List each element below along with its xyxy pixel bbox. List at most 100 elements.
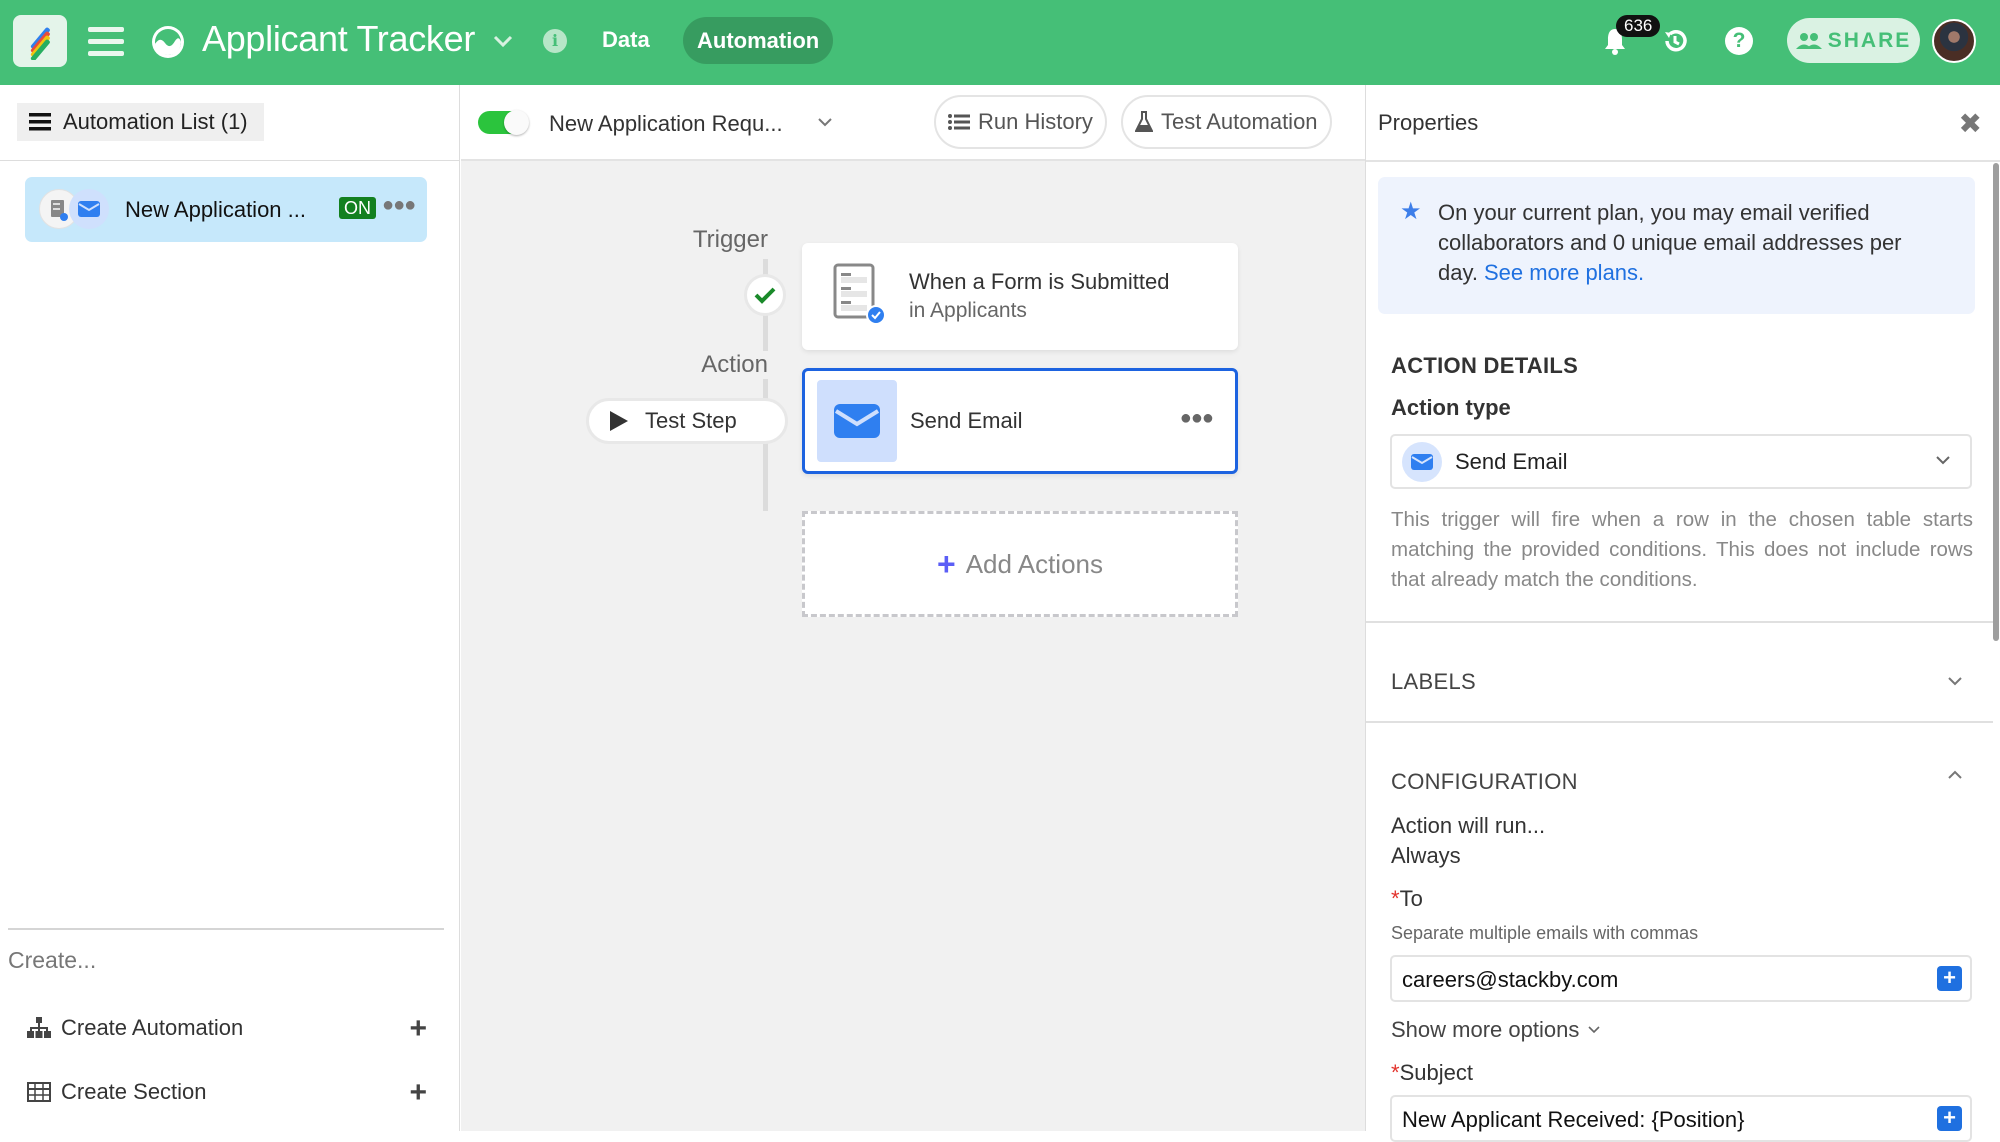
action-type-label: Action type — [1391, 395, 1511, 420]
run-history-label: Run History — [978, 109, 1093, 134]
subject-value: New Applicant Received: {Position} — [1402, 1107, 1745, 1132]
logo-icon — [30, 27, 50, 60]
star-icon: ★ — [1400, 198, 1422, 225]
action-type-value: Send Email — [1455, 449, 1568, 474]
plus-icon[interactable]: + — [409, 1012, 427, 1046]
automation-name: New Application ... — [125, 197, 306, 222]
scrollbar[interactable] — [1993, 163, 1999, 641]
nav-tab-automation[interactable]: Automation — [683, 17, 834, 64]
add-actions-label: Add Actions — [965, 548, 1103, 579]
nav-tab-data[interactable]: Data — [602, 27, 650, 53]
chevron-down-icon — [1936, 456, 1950, 465]
add-actions-button[interactable]: + Add Actions — [802, 511, 1238, 617]
plus-icon[interactable]: + — [409, 1076, 427, 1110]
test-automation-button[interactable]: Test Automation — [1121, 95, 1332, 149]
app-title[interactable]: Applicant Tracker — [202, 18, 475, 60]
trigger-status — [744, 274, 786, 316]
action-will-run-label: Action will run... — [1391, 813, 1546, 838]
stackby-logo[interactable] — [13, 15, 67, 67]
insert-field-button[interactable]: + — [1937, 1106, 1962, 1131]
workspace-icon — [152, 26, 184, 58]
show-more-options-button[interactable]: Show more options — [1391, 1017, 1601, 1043]
sitemap-icon — [27, 1017, 51, 1038]
create-section-label: Create Section — [61, 1079, 207, 1104]
chevron-down-icon[interactable] — [1946, 675, 1964, 687]
chevron-down-icon[interactable] — [816, 115, 834, 129]
history-icon[interactable] — [1660, 26, 1690, 56]
automation-list-label: Automation List (1) — [63, 109, 248, 134]
share-label: SHARE — [1827, 28, 1912, 52]
mail-icon — [1402, 442, 1442, 482]
plan-notice: ★ On your current plan, you may email ve… — [1378, 177, 1975, 314]
trigger-title: When a Form is Submitted — [909, 269, 1170, 294]
user-avatar[interactable] — [1932, 19, 1976, 63]
close-icon[interactable]: ✖ — [1959, 107, 1982, 140]
automation-list-button[interactable]: Automation List (1) — [17, 103, 264, 141]
divider — [1366, 721, 1993, 723]
to-hint: Separate multiple emails with commas — [1391, 923, 1699, 943]
automation-list-item[interactable]: New Application ... ON ●●● — [25, 177, 427, 242]
divider — [1366, 621, 1993, 623]
menu-icon[interactable] — [88, 27, 124, 57]
form-submitted-icon — [833, 263, 886, 325]
more-options-icon[interactable]: ●●● — [382, 194, 416, 217]
automation-list-panel: Automation List (1) New Application ... … — [0, 85, 460, 1131]
trigger-label: Trigger — [692, 226, 768, 253]
check-icon — [754, 287, 776, 304]
list-icon — [29, 113, 51, 131]
action-card[interactable]: Send Email ●●● — [802, 368, 1238, 474]
see-more-plans-link[interactable]: See more plans. — [1484, 260, 1644, 285]
test-automation-label: Test Automation — [1161, 109, 1318, 134]
properties-panel: Properties ✖ ★ On your current plan, you… — [1365, 85, 2000, 1142]
properties-title: Properties — [1378, 110, 1479, 135]
create-section-button[interactable]: Create Section + — [27, 1072, 427, 1112]
plus-icon: + — [937, 545, 956, 582]
more-options-icon[interactable]: ●●● — [1180, 407, 1214, 430]
action-title: Send Email — [910, 408, 1023, 433]
table-icon — [27, 1082, 51, 1102]
configuration-heading[interactable]: CONFIGURATION — [1391, 769, 1578, 795]
top-bar: Applicant Tracker i Data Automation 636 … — [0, 0, 2000, 85]
create-heading: Create... — [8, 947, 97, 973]
create-automation-button[interactable]: Create Automation + — [27, 1008, 427, 1048]
automation-canvas: Trigger Action Test Step When a Form is … — [461, 161, 1365, 1131]
divider — [8, 928, 444, 930]
trigger-subtitle: in Applicants — [909, 299, 1027, 322]
to-label: *To — [1391, 886, 1423, 911]
automation-toolbar: New Application Requ... Run History Test… — [461, 85, 1365, 161]
to-email-value: careers@stackby.com — [1402, 967, 1619, 992]
list-icon — [948, 114, 970, 130]
insert-field-button[interactable]: + — [1937, 966, 1962, 991]
flask-icon — [1135, 111, 1153, 132]
automation-name-dropdown[interactable]: New Application Requ... — [549, 111, 783, 137]
subject-label: *Subject — [1391, 1060, 1473, 1085]
automation-toggle[interactable] — [478, 110, 529, 135]
play-icon — [610, 411, 628, 431]
test-step-button[interactable]: Test Step — [586, 398, 788, 444]
status-badge: ON — [339, 197, 376, 219]
chevron-down-icon[interactable] — [492, 30, 514, 52]
chevron-down-icon — [1588, 1026, 1600, 1034]
action-details-heading: ACTION DETAILS — [1391, 353, 1579, 378]
share-button[interactable]: SHARE — [1787, 18, 1920, 63]
run-history-button[interactable]: Run History — [934, 95, 1107, 149]
divider — [0, 160, 460, 161]
labels-heading[interactable]: LABELS — [1391, 669, 1476, 695]
mail-icon — [817, 380, 897, 462]
to-email-input[interactable]: careers@stackby.com + — [1390, 955, 1972, 1002]
create-automation-label: Create Automation — [61, 1015, 244, 1040]
mail-icon — [69, 189, 109, 229]
action-will-run-value: Always — [1391, 843, 1461, 868]
action-label: Action — [648, 351, 768, 379]
subject-input[interactable]: New Applicant Received: {Position} + — [1390, 1095, 1972, 1142]
trigger-card[interactable]: When a Form is Submitted in Applicants — [802, 243, 1238, 350]
action-description: This trigger will fire when a row in the… — [1391, 508, 1973, 591]
notification-badge: 636 — [1616, 15, 1661, 37]
info-icon[interactable]: i — [543, 29, 567, 53]
action-type-select[interactable]: Send Email — [1390, 434, 1972, 489]
test-step-label: Test Step — [645, 408, 737, 433]
show-more-label: Show more options — [1391, 1017, 1580, 1042]
help-icon[interactable]: ? — [1725, 27, 1753, 55]
chevron-up-icon[interactable] — [1946, 769, 1964, 781]
divider — [1366, 160, 2000, 162]
